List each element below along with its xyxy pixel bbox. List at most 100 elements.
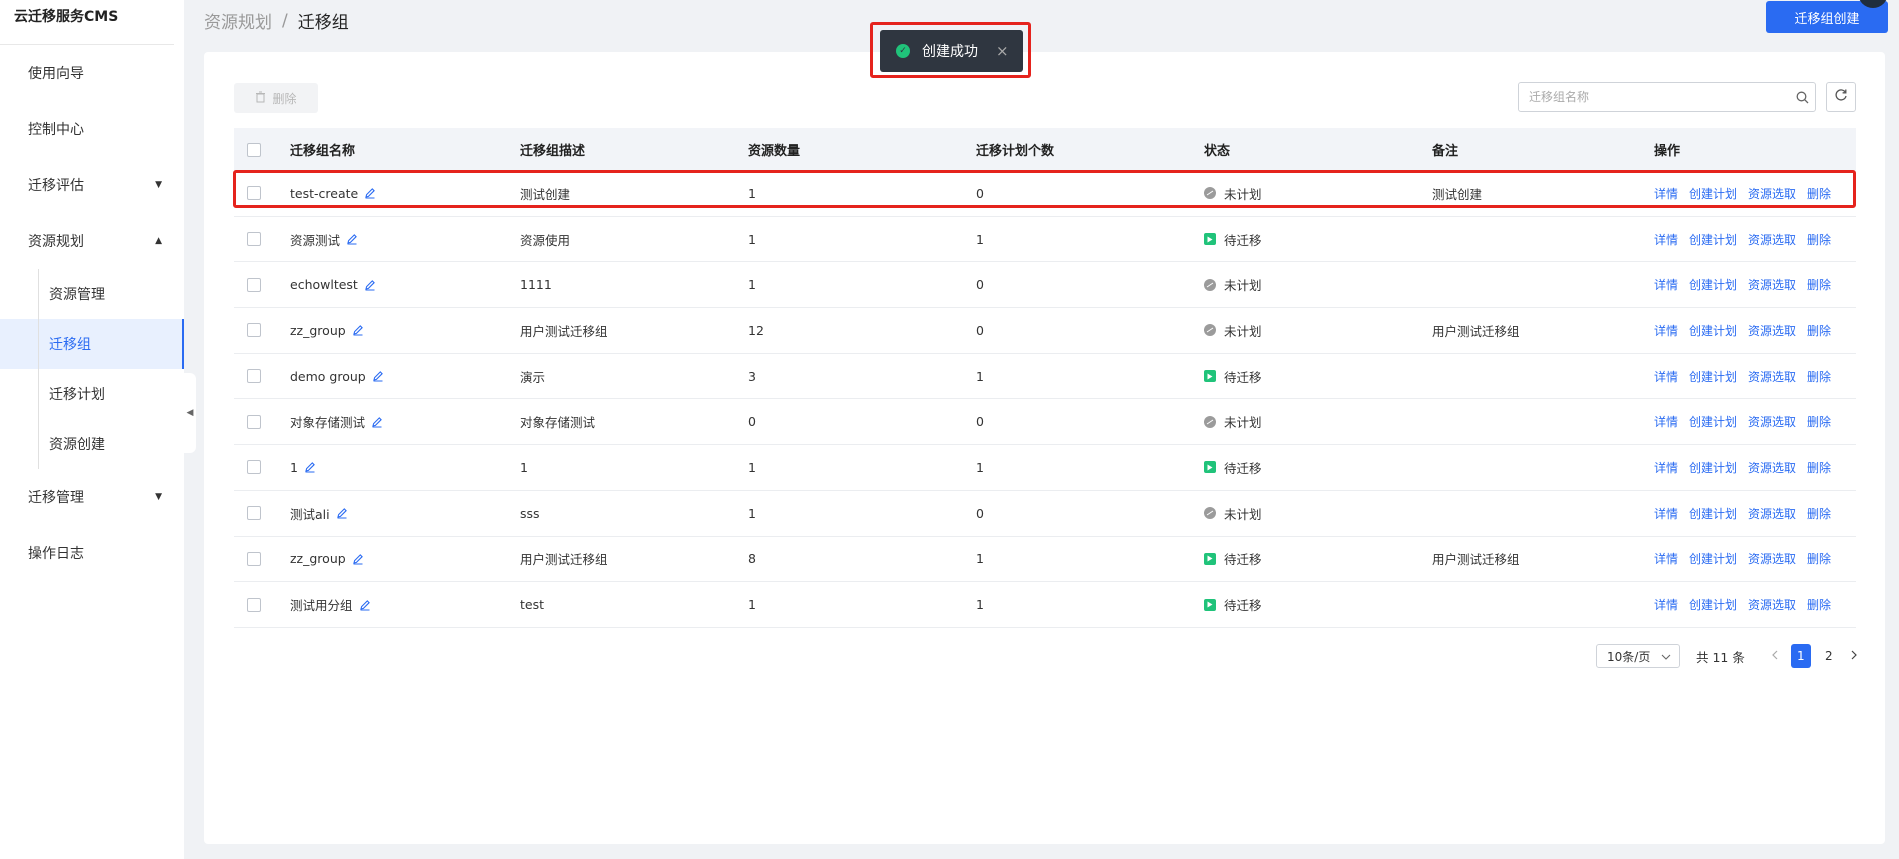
row-checkbox[interactable] [247, 232, 261, 247]
delete-link[interactable]: 删除 [1807, 368, 1831, 385]
page-1-button[interactable]: 1 [1790, 644, 1811, 668]
group-name: 资源测试 [290, 232, 341, 248]
detail-link[interactable]: 详情 [1654, 459, 1678, 476]
edit-icon[interactable] [304, 461, 316, 473]
create-plan-link[interactable]: 创建计划 [1689, 368, 1737, 385]
nav-item-label: 迁移管理 [28, 490, 84, 506]
row-checkbox[interactable] [247, 186, 261, 201]
nav-item-guide[interactable]: 使用向导 [0, 45, 184, 101]
delete-link[interactable]: 删除 [1807, 413, 1831, 430]
resource-count: 12 [748, 322, 764, 338]
edit-icon[interactable] [336, 507, 348, 519]
close-icon[interactable]: × [996, 42, 1009, 60]
sub-item-migration-plan[interactable]: 迁移计划 [0, 369, 184, 419]
nav-item-resource-planning[interactable]: 资源规划 ▲ [0, 213, 184, 269]
detail-link[interactable]: 详情 [1654, 413, 1678, 430]
edit-icon[interactable] [371, 416, 383, 428]
edit-icon[interactable] [346, 233, 358, 245]
row-checkbox[interactable] [247, 277, 261, 292]
nav-item-operation-log[interactable]: 操作日志 [0, 525, 184, 581]
sub-item-migration-group[interactable]: 迁移组 [0, 319, 184, 369]
row-checkbox[interactable] [247, 323, 261, 338]
row-checkbox[interactable] [247, 369, 261, 384]
select-all-checkbox[interactable] [247, 142, 261, 157]
edit-icon[interactable] [359, 599, 371, 611]
create-plan-link[interactable]: 创建计划 [1689, 596, 1737, 613]
page-2-button[interactable]: 2 [1819, 644, 1839, 668]
search-input[interactable] [1519, 84, 1789, 110]
nav-item-assessment[interactable]: 迁移评估 ▼ [0, 157, 184, 213]
create-plan-link[interactable]: 创建计划 [1689, 185, 1737, 202]
group-name: demo group [290, 368, 366, 384]
select-resource-link[interactable]: 资源选取 [1748, 231, 1796, 248]
create-plan-link[interactable]: 创建计划 [1689, 459, 1737, 476]
edit-icon[interactable] [372, 370, 384, 382]
delete-link[interactable]: 删除 [1807, 505, 1831, 522]
refresh-button[interactable] [1826, 82, 1856, 112]
detail-link[interactable]: 详情 [1654, 276, 1678, 293]
detail-link[interactable]: 详情 [1654, 322, 1678, 339]
plan-count: 0 [976, 185, 984, 201]
sidebar-collapse-toggle[interactable]: ◀ [184, 373, 196, 453]
resource-count: 1 [748, 459, 756, 475]
delete-link[interactable]: 删除 [1807, 459, 1831, 476]
page-size-select[interactable]: 10条/页 [1596, 644, 1680, 668]
group-description: 用户测试迁移组 [520, 552, 608, 568]
create-plan-link[interactable]: 创建计划 [1689, 231, 1737, 248]
unplanned-status-icon [1204, 324, 1216, 337]
select-resource-link[interactable]: 资源选取 [1748, 550, 1796, 567]
total-count: 共 11 条 [1696, 649, 1745, 665]
row-actions: 详情 创建计划 资源选取 删除 [1654, 322, 1856, 339]
detail-link[interactable]: 详情 [1654, 231, 1678, 248]
edit-icon[interactable] [364, 187, 376, 199]
edit-icon[interactable] [364, 279, 376, 291]
plan-count: 1 [976, 368, 984, 384]
sub-item-resource-management[interactable]: 资源管理 [0, 269, 184, 319]
edit-icon[interactable] [352, 553, 364, 565]
batch-delete-button[interactable]: 删除 [234, 83, 318, 113]
nav-item-control-center[interactable]: 控制中心 [0, 101, 184, 157]
detail-link[interactable]: 详情 [1654, 185, 1678, 202]
delete-link[interactable]: 删除 [1807, 596, 1831, 613]
create-plan-link[interactable]: 创建计划 [1689, 276, 1737, 293]
delete-link[interactable]: 删除 [1807, 185, 1831, 202]
status-text: 未计划 [1224, 323, 1262, 339]
row-checkbox[interactable] [247, 597, 261, 612]
select-resource-link[interactable]: 资源选取 [1748, 368, 1796, 385]
detail-link[interactable]: 详情 [1654, 368, 1678, 385]
row-checkbox[interactable] [247, 506, 261, 521]
select-resource-link[interactable]: 资源选取 [1748, 322, 1796, 339]
select-resource-link[interactable]: 资源选取 [1748, 413, 1796, 430]
breadcrumb-parent[interactable]: 资源规划 [204, 8, 272, 33]
detail-link[interactable]: 详情 [1654, 505, 1678, 522]
create-plan-link[interactable]: 创建计划 [1689, 413, 1737, 430]
select-resource-link[interactable]: 资源选取 [1748, 505, 1796, 522]
sub-item-resource-creation[interactable]: 资源创建 [0, 419, 184, 469]
nav-item-migration-management[interactable]: 迁移管理 ▼ [0, 469, 184, 525]
edit-icon[interactable] [352, 324, 364, 336]
create-plan-link[interactable]: 创建计划 [1689, 322, 1737, 339]
nav-item-label: 资源规划 [28, 234, 84, 250]
select-resource-link[interactable]: 资源选取 [1748, 276, 1796, 293]
row-checkbox[interactable] [247, 551, 261, 566]
prev-page-icon[interactable] [1767, 649, 1783, 663]
group-name: zz_group [290, 551, 346, 567]
delete-link[interactable]: 删除 [1807, 322, 1831, 339]
success-toast: ✓ 创建成功 × [880, 30, 1023, 72]
select-resource-link[interactable]: 资源选取 [1748, 596, 1796, 613]
detail-link[interactable]: 详情 [1654, 596, 1678, 613]
row-checkbox[interactable] [247, 460, 261, 475]
page-size-value: 10条/页 [1607, 649, 1651, 664]
select-resource-link[interactable]: 资源选取 [1748, 185, 1796, 202]
delete-link[interactable]: 删除 [1807, 550, 1831, 567]
create-plan-link[interactable]: 创建计划 [1689, 550, 1737, 567]
detail-link[interactable]: 详情 [1654, 550, 1678, 567]
row-checkbox[interactable] [247, 414, 261, 429]
create-plan-link[interactable]: 创建计划 [1689, 505, 1737, 522]
delete-link[interactable]: 删除 [1807, 231, 1831, 248]
select-resource-link[interactable]: 资源选取 [1748, 459, 1796, 476]
delete-link[interactable]: 删除 [1807, 276, 1831, 293]
search-icon[interactable] [1789, 91, 1815, 104]
group-description: 测试创建 [520, 186, 571, 202]
next-page-icon[interactable] [1847, 649, 1863, 663]
